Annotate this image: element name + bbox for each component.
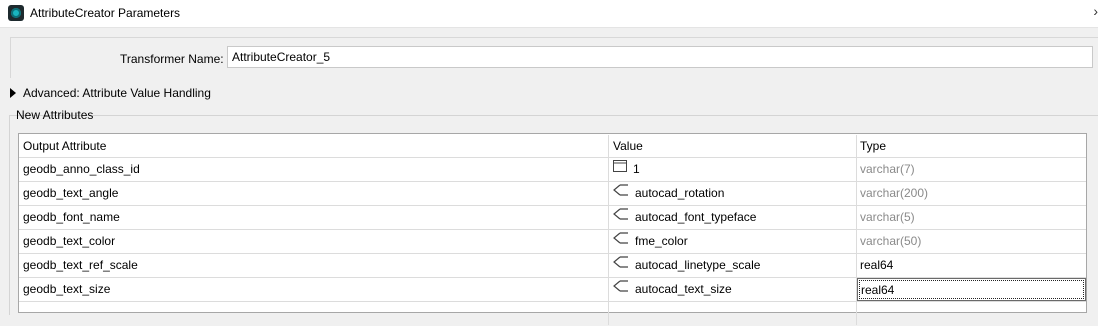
value-text: 1 xyxy=(633,162,640,176)
empty-row[interactable] xyxy=(19,302,1086,326)
attribute-value-icon xyxy=(613,230,629,252)
value-text: autocad_linetype_scale xyxy=(635,258,761,272)
attributes-table: Output Attribute Value Type geodb_anno_c… xyxy=(18,133,1087,325)
type-cell[interactable]: varchar(7) xyxy=(857,158,1086,181)
constant-value-icon xyxy=(613,158,627,180)
title-bar: AttributeCreator Parameters › xyxy=(0,0,1098,28)
column-header-output[interactable]: Output Attribute xyxy=(19,135,609,158)
transformer-name-label: Transformer Name: xyxy=(120,52,224,66)
output-attribute-cell[interactable]: geodb_anno_class_id xyxy=(19,158,609,181)
table-row[interactable]: geodb_text_color fme_color varchar(50) xyxy=(19,230,1086,254)
column-header-value[interactable]: Value xyxy=(609,135,857,158)
output-attribute-cell[interactable]: geodb_text_size xyxy=(19,278,609,301)
value-text: autocad_rotation xyxy=(635,186,725,200)
table-row[interactable]: geodb_text_angle autocad_rotation varchar(… xyxy=(19,182,1086,206)
empty-cell-value[interactable] xyxy=(609,302,857,325)
value-cell[interactable]: autocad_linetype_scale xyxy=(609,254,857,277)
table-row[interactable]: geodb_text_ref_scale autocad_linetype_sca… xyxy=(19,254,1086,278)
value-cell[interactable]: autocad_rotation xyxy=(609,182,857,205)
output-attribute-cell[interactable]: geodb_font_name xyxy=(19,206,609,229)
attribute-value-icon xyxy=(613,278,629,300)
type-cell[interactable]: varchar(50) xyxy=(857,230,1086,253)
transformer-name-input[interactable] xyxy=(227,46,1093,68)
advanced-section-label: Advanced: Attribute Value Handling xyxy=(23,86,211,100)
type-cell[interactable]: varchar(5) xyxy=(857,206,1086,229)
expand-triangle-icon xyxy=(10,88,16,98)
column-header-type[interactable]: Type xyxy=(857,135,1086,158)
value-cell[interactable]: fme_color xyxy=(609,230,857,253)
value-text: fme_color xyxy=(635,234,688,248)
attribute-value-icon xyxy=(613,254,629,276)
table-row[interactable]: geodb_anno_class_id 1 varchar(7) xyxy=(19,158,1086,182)
window-title: AttributeCreator Parameters xyxy=(30,6,181,20)
advanced-section-toggle[interactable]: Advanced: Attribute Value Handling xyxy=(10,85,211,101)
empty-cell-type[interactable] xyxy=(857,302,1086,325)
table-header: Output Attribute Value Type xyxy=(19,134,1086,158)
value-cell[interactable]: autocad_font_typeface xyxy=(609,206,857,229)
type-cell[interactable]: real64 xyxy=(857,254,1086,277)
output-attribute-cell[interactable]: geodb_text_angle xyxy=(19,182,609,205)
output-attribute-cell[interactable]: geodb_text_color xyxy=(19,230,609,253)
type-cell[interactable]: varchar(200) xyxy=(857,182,1086,205)
attribute-value-icon xyxy=(613,182,629,204)
value-text: autocad_font_typeface xyxy=(635,210,757,224)
app-icon xyxy=(8,5,24,21)
table-row[interactable]: geodb_font_name autocad_font_typeface varc… xyxy=(19,206,1086,230)
output-attribute-cell[interactable]: geodb_text_ref_scale xyxy=(19,254,609,277)
attribute-value-icon xyxy=(613,206,629,228)
type-cell[interactable]: real64 xyxy=(857,278,1086,301)
value-cell[interactable]: autocad_text_size xyxy=(609,278,857,301)
value-text: autocad_text_size xyxy=(635,282,732,296)
new-attributes-title: New Attributes xyxy=(16,108,94,122)
empty-cell-output[interactable] xyxy=(19,302,609,325)
chevron-right-icon[interactable]: › xyxy=(1093,3,1098,19)
table-row[interactable]: geodb_text_size autocad_text_size real64 xyxy=(19,278,1086,302)
value-cell[interactable]: 1 xyxy=(609,158,857,181)
